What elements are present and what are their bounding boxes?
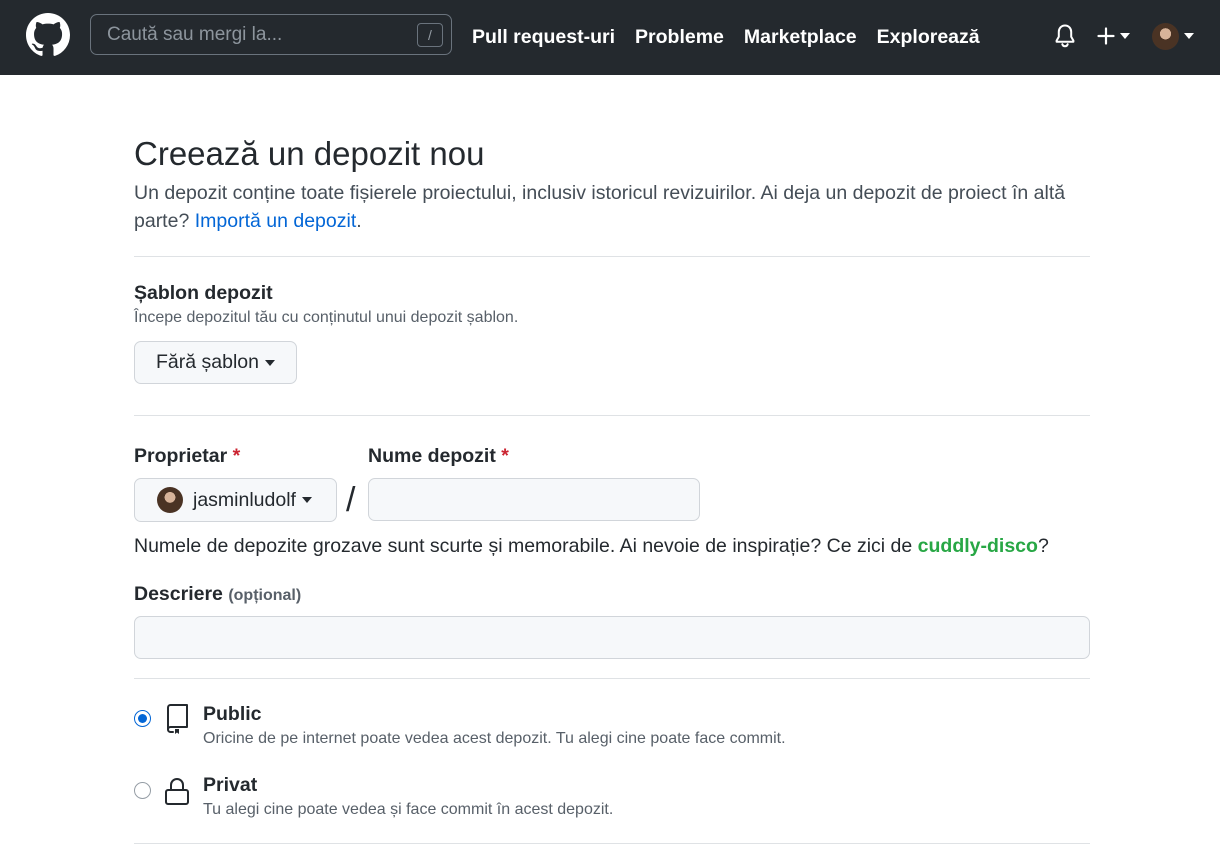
bell-icon[interactable] (1053, 23, 1077, 49)
template-note: Începe depozitul tău cu conținutul unui … (134, 309, 519, 326)
owner-select-button[interactable]: jasminludolf (134, 478, 337, 522)
optional-tag: (opțional) (228, 587, 302, 604)
private-radio[interactable] (134, 782, 151, 799)
user-menu[interactable] (1152, 20, 1200, 52)
repo-name-label: Nume depozit * (368, 445, 509, 468)
name-suggestion-link[interactable]: cuddly-disco (918, 535, 1038, 557)
description-input[interactable] (134, 616, 1090, 659)
chevron-down-icon (1184, 33, 1194, 39)
page-intro: Un depozit conține toate fișierele proie… (134, 179, 1090, 235)
description-label-text: Descriere (134, 583, 223, 605)
description-label: Descriere (opțional) (134, 583, 301, 606)
required-mark: * (232, 445, 241, 467)
public-title: Public (203, 703, 262, 725)
page-title: Creează un depozit nou (134, 135, 485, 172)
intro-end: . (356, 210, 362, 232)
private-title: Privat (203, 774, 258, 796)
public-radio[interactable] (134, 710, 151, 727)
owner-repo-separator: / (346, 481, 356, 519)
required-mark: * (501, 445, 509, 467)
template-select-label: Fără șablon (156, 351, 259, 373)
top-navigation-bar: / Pull request-uri Probleme Marketplace … (0, 0, 1220, 75)
search-shortcut-key: / (417, 23, 443, 47)
chevron-down-icon (1120, 33, 1130, 39)
main-nav: Pull request-uri Probleme Marketplace Ex… (472, 0, 1000, 75)
repo-icon (164, 703, 190, 735)
template-select-button[interactable]: Fără șablon (134, 341, 297, 384)
divider (134, 678, 1090, 679)
public-description: Oricine de pe internet poate vedea acest… (203, 730, 786, 747)
lock-icon (164, 775, 190, 807)
nav-link-issues[interactable]: Probleme (635, 26, 724, 49)
import-repository-link[interactable]: Importă un depozit (195, 210, 357, 232)
chevron-down-icon (301, 497, 312, 503)
divider (134, 843, 1090, 844)
avatar (157, 487, 183, 513)
hint-end: ? (1037, 535, 1049, 557)
divider (134, 256, 1090, 257)
repo-name-label-text: Nume depozit (368, 445, 496, 467)
avatar (1152, 22, 1179, 50)
repo-name-input[interactable] (368, 478, 700, 521)
template-label: Șablon depozit (134, 282, 273, 304)
nav-link-explore[interactable]: Explorează (877, 26, 980, 49)
nav-link-pull-requests[interactable]: Pull request-uri (472, 26, 615, 49)
github-logo-icon[interactable] (26, 13, 70, 57)
hint-text: Numele de depozite grozave sunt scurte ș… (134, 535, 913, 557)
owner-label: Proprietar * (134, 445, 240, 468)
chevron-down-icon (264, 359, 275, 366)
create-new-menu[interactable] (1097, 24, 1137, 48)
divider (134, 415, 1090, 416)
plus-icon (1097, 27, 1115, 45)
owner-label-text: Proprietar (134, 445, 228, 467)
owner-select-value: jasminludolf (193, 488, 296, 511)
nav-link-marketplace[interactable]: Marketplace (744, 26, 857, 49)
search-input[interactable] (91, 15, 451, 54)
search-box[interactable]: / (90, 14, 452, 55)
private-description: Tu alegi cine poate vedea și face commit… (203, 801, 614, 818)
repo-name-hint: Numele de depozite grozave sunt scurte ș… (134, 535, 1049, 558)
